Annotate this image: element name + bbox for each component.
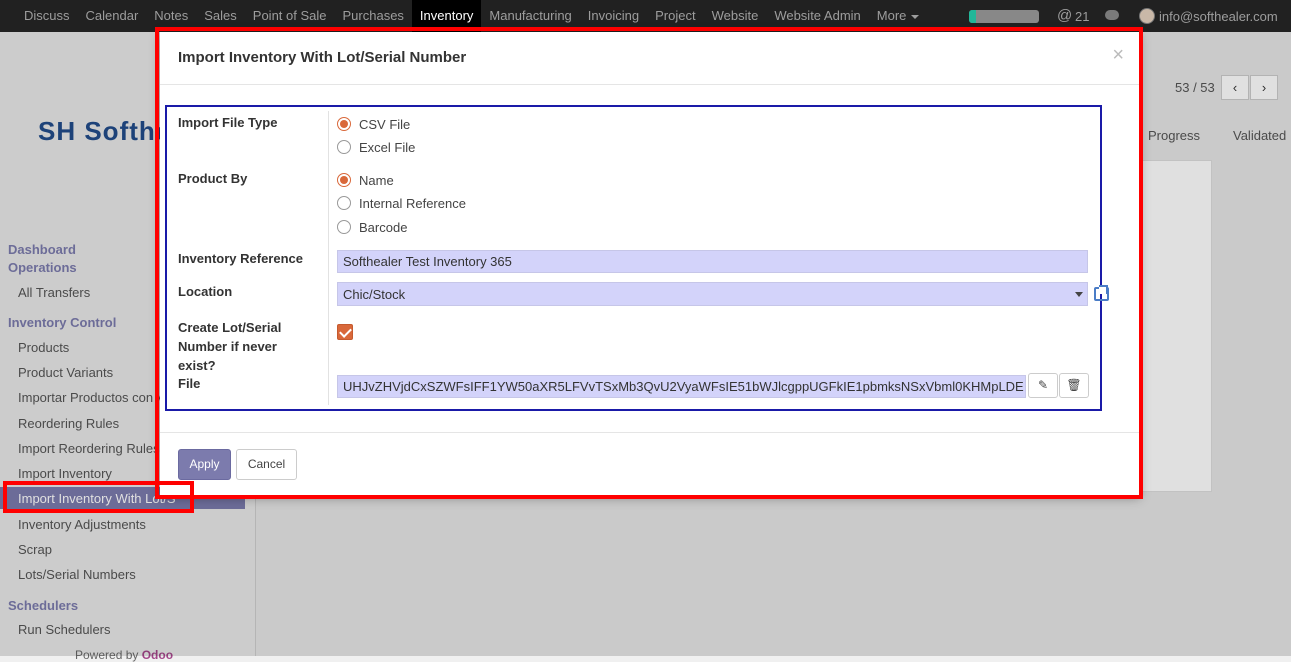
chevron-down-icon <box>911 14 920 19</box>
user-menu[interactable]: info@softhealer.com <box>1159 9 1278 24</box>
activity-progress-bar[interactable] <box>969 10 1039 23</box>
chat-icon[interactable] <box>1105 10 1119 20</box>
highlight-frame-dialog <box>155 27 1143 499</box>
mention-icon[interactable]: @ <box>1057 7 1072 24</box>
avatar[interactable] <box>1139 8 1155 24</box>
menu-discuss[interactable]: Discuss <box>16 0 78 32</box>
menu-more-label: More <box>876 8 907 23</box>
highlight-frame-menu-item <box>3 481 194 513</box>
activity-progress-fill <box>969 10 976 23</box>
menu-calendar[interactable]: Calendar <box>78 0 147 32</box>
mention-count: 21 <box>1075 9 1090 24</box>
